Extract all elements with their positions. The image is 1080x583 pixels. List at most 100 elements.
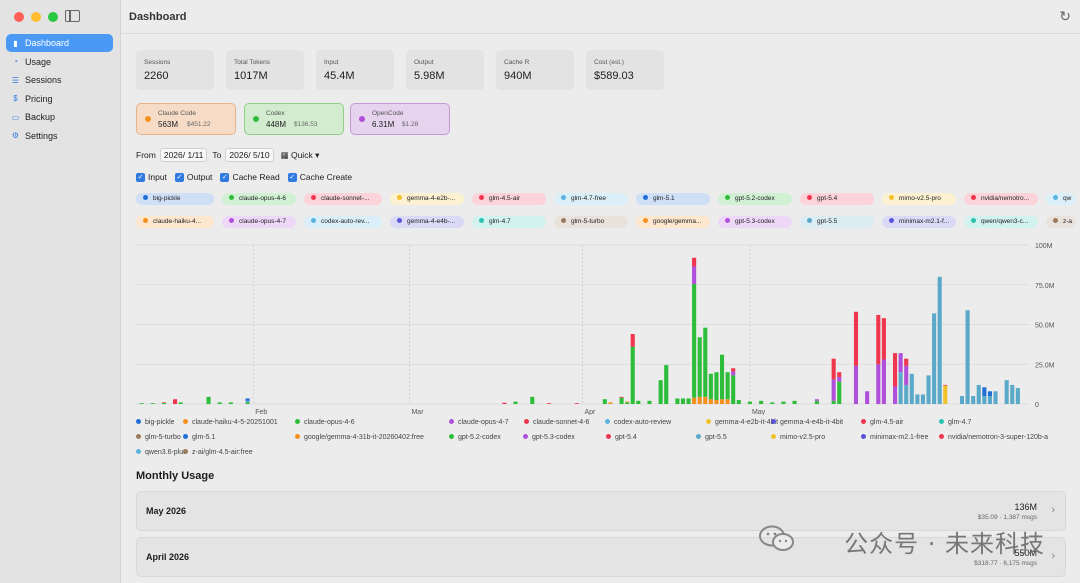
bar-segment (692, 397, 697, 404)
model-pill[interactable]: qwen/qwen3-c... (964, 216, 1038, 228)
bar-segment (719, 399, 725, 404)
bar-segment (625, 401, 630, 403)
legend-label: minimax-m2.1-free (870, 434, 929, 441)
bar-segment (619, 397, 624, 404)
model-pill-label: nvidia/nemotro... (981, 195, 1030, 202)
checkbox-cache-read[interactable]: ✓ Cache Read (220, 172, 280, 182)
bar-segment (865, 391, 870, 404)
legend-label: claude-sonnet-4-6 (533, 419, 590, 426)
legend-entry: google/gemma-4-31b-it-20260402:free (295, 434, 424, 441)
bar-segment (139, 403, 144, 404)
model-pill[interactable]: mimo-v2.5-pro (882, 193, 956, 205)
bar-segment (837, 381, 842, 404)
sidebar-item-sessions[interactable]: ☰ Sessions (6, 71, 113, 89)
model-pill[interactable]: claude-sonnet-... (304, 193, 382, 205)
bar-segment (608, 402, 613, 404)
legend-dot (295, 419, 300, 424)
y-tick-label: 25.0M (1035, 362, 1055, 369)
legend-label: mimo-v2.5-pro (780, 434, 826, 441)
model-pill[interactable]: gemma-4-e2b-... (390, 193, 464, 205)
toolbar: Dashboard ↻ (121, 0, 1080, 34)
model-pill[interactable]: nvidia/nemotro... (964, 193, 1038, 205)
bar-segment (245, 400, 250, 403)
bar-segment (725, 372, 730, 400)
model-pill[interactable]: z-a (1046, 216, 1076, 228)
legend-entry: nvidia/nemotron-3-super-120b-a (939, 434, 1048, 441)
model-pill-label: mimo-v2.5-pro (899, 195, 941, 202)
close-window-button[interactable] (14, 12, 24, 22)
model-pill[interactable]: codex-auto-rev... (304, 216, 382, 228)
bar-segment (502, 402, 507, 404)
model-pill[interactable]: glm-4.7 (472, 216, 546, 228)
model-color-dot (889, 195, 894, 200)
bar-segment (893, 386, 898, 404)
y-tick-label: 50.0M (1035, 323, 1055, 330)
minimize-window-button[interactable] (31, 12, 41, 22)
legend-entry: claude-opus-4-7 (449, 419, 509, 426)
model-pill[interactable]: big-pickle (136, 193, 214, 205)
tool-card-claude-code[interactable]: Claude Code 563M $451.22 (136, 103, 236, 135)
legend-entry: mimo-v2.5-pro (771, 434, 825, 441)
bar-segment (976, 384, 981, 404)
model-pill[interactable]: glm-5-turbo (554, 216, 628, 228)
to-date-picker[interactable]: 2026/ 5/10 (225, 148, 274, 162)
checkmark-icon: ✓ (136, 172, 145, 182)
checkbox-output[interactable]: ✓ Output (174, 172, 212, 182)
quick-range-menu[interactable]: ▦ Quick ▾ (281, 150, 320, 161)
model-pill-label: gpt-5.2-codex (735, 195, 775, 202)
x-tick-label: Feb (255, 409, 267, 415)
model-pill[interactable]: claude-opus-4-7 (222, 216, 296, 228)
model-pill[interactable]: gpt-5.3-codex (718, 216, 792, 228)
bar-segment (781, 401, 786, 404)
model-pill[interactable]: claude-opus-4-6 (222, 193, 296, 205)
x-tick-label: May (752, 409, 766, 415)
model-color-dot (725, 218, 730, 223)
sidebar-toggle-icon[interactable] (65, 10, 80, 22)
legend-entry: qwen3.6-plus (136, 449, 187, 456)
tool-card-codex[interactable]: Codex 448M $136.53 (244, 103, 344, 135)
tool-color-dot (145, 116, 151, 122)
model-pill[interactable]: gemma-4-e4b-... (390, 216, 464, 228)
zoom-window-button[interactable] (48, 12, 58, 22)
legend-label: codex-auto-review (614, 419, 672, 426)
sidebar-item-usage[interactable]: ◔ Usage (6, 53, 113, 71)
sidebar-item-label: Settings (25, 130, 58, 141)
bar-segment (630, 334, 635, 347)
legend-label: claude-haiku-4-5-20251001 (192, 419, 278, 426)
sidebar-item-pricing[interactable]: $ Pricing (6, 90, 113, 108)
model-pill[interactable]: qw (1046, 193, 1076, 205)
bar-segment (161, 402, 166, 404)
checkbox-input[interactable]: ✓ Input (136, 172, 167, 182)
model-pill[interactable]: gpt-5.4 (800, 193, 874, 205)
bar-segment (993, 391, 998, 404)
sidebar-item-backup[interactable]: ▭ Backup (6, 108, 113, 126)
from-date-picker[interactable]: 2026/ 1/11 (159, 148, 208, 162)
tool-name: Claude Code (158, 110, 196, 117)
refresh-icon[interactable]: ↻ (1059, 8, 1071, 25)
model-pill[interactable]: minimax-m2.1-f... (882, 216, 956, 228)
to-label: To (212, 150, 222, 160)
bar-segment (814, 399, 819, 401)
model-pill[interactable]: glm-4.5-air (472, 193, 546, 205)
model-pill[interactable]: gpt-5.2-codex (718, 193, 792, 205)
legend-label: claude-opus-4-7 (458, 419, 509, 426)
bar-segment (759, 400, 764, 404)
bar-segment (173, 399, 178, 404)
model-pill[interactable]: claude-haiku-4... (136, 216, 214, 228)
sidebar-item-dashboard[interactable]: ▮ Dashboard (6, 34, 113, 52)
legend-dot (295, 434, 300, 439)
y-tick-label: 0 (1035, 402, 1039, 409)
tool-card-opencode[interactable]: OpenCode 6.31M $1.28 (350, 103, 450, 135)
model-pill-label: big-pickle (153, 195, 181, 202)
legend-dot (449, 434, 454, 439)
model-pill-label: gpt-5.4 (817, 195, 838, 202)
model-color-dot (311, 195, 316, 200)
sidebar-item-settings[interactable]: ⚙ Settings (6, 127, 113, 145)
bar-segment (736, 400, 741, 404)
model-pill[interactable]: glm-5.1 (636, 193, 710, 205)
checkbox-cache-create[interactable]: ✓ Cache Create (287, 172, 352, 182)
model-pill[interactable]: glm-4.7-free (554, 193, 628, 205)
model-pill[interactable]: gpt-5.5 (800, 216, 874, 228)
bar-segment (513, 401, 518, 404)
model-pill[interactable]: google/gemma... (636, 216, 710, 228)
